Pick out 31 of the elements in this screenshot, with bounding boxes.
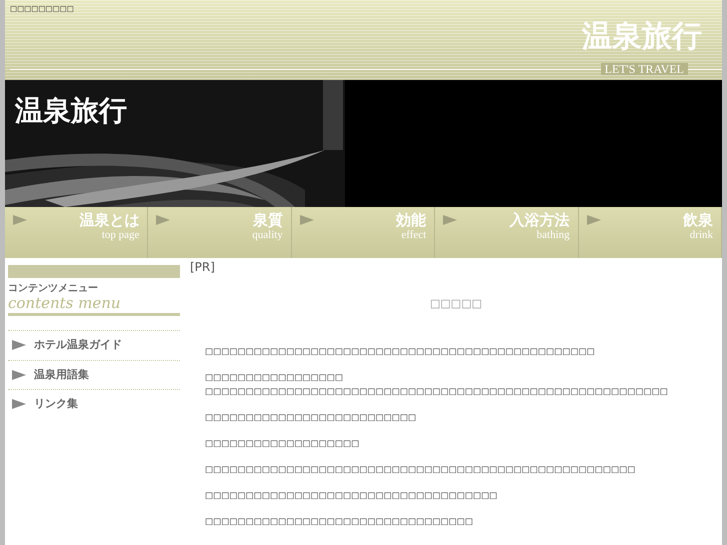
sidebar-link[interactable]: 温泉用語集 [8,360,180,389]
triangle-icon [443,215,458,225]
paragraph-line: □□□□□□□□□□□□□□□□□□□□□□□□□□□□□□□□□□□□□□□□□□□□□□□□□□□□□□□□□ [205,386,669,398]
triangle-icon [12,399,26,410]
nav-tab[interactable]: 温泉とは top page [5,207,148,258]
logo-subtitle: LET'S TRAVEL [600,63,688,75]
paragraph-line: □□□□□□□□□□□□□□□□□□□□□□□□□□ [205,412,418,424]
triangle-icon [156,215,170,225]
nav-tab[interactable]: 泉質 quality [148,207,292,258]
paragraph-line: □□□□□□□□□□□□□□□□□□□□□□□□□□□□□□□□□□□□ [205,490,498,502]
sidebar-subheading: contents menu [8,296,180,316]
paragraph-line: □□□□□□□□□□□□□□□□□ [205,372,344,384]
paragraph-line: □□□□□□□□□□□□□□□□□□□□□□□□□□□□□□□□□□□□□□□□□□□□□□□□□□□□□ [205,464,636,476]
sidebar-heading: コンテンツメニュー [8,282,99,296]
triangle-icon [586,215,601,225]
sidebar-link[interactable]: ホテル温泉ガイド [8,330,180,360]
nav-tab[interactable]: 効能 effect [292,207,436,258]
triangle-icon [13,215,27,225]
nav-tab[interactable]: 入浴方法 bathing [435,207,579,258]
triangle-icon [12,340,26,350]
sidebar-link[interactable]: リンク集 [8,389,180,418]
banner-title: 温泉旅行 [15,93,127,129]
triangle-icon [12,370,26,380]
pr-label: [PR] [190,259,216,276]
nav-tab[interactable]: 飲泉 drink [578,207,722,258]
page-title: □□□□□ [429,296,483,312]
paragraph-line: □□□□□□□□□□□□□□□□□□□□□□□□□□□□□□□□□□□□□□□□□□□□□□□□ [205,346,596,358]
paragraph-line: □□□□□□□□□□□□□□□□□□□□□□□□□□□□□□□□□ [205,516,474,528]
logo[interactable]: 温泉旅行 [582,22,702,52]
triangle-icon [300,215,314,225]
paragraph-line: □□□□□□□□□□□□□□□□□□□ [205,438,360,450]
